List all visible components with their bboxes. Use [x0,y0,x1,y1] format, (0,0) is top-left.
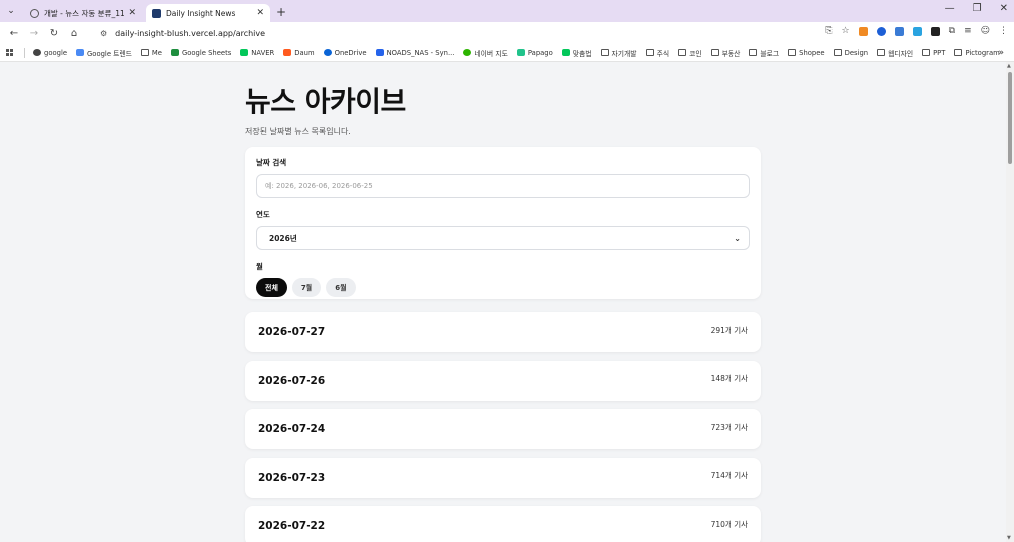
page-title: 뉴스 아카이브 [245,85,406,118]
bookmark-folder[interactable]: Pictogram [954,49,1000,57]
archive-item[interactable]: 2026-07-26 148개 기사 [245,360,761,401]
bookmark-folder[interactable]: Me [140,49,162,57]
bookmark-item[interactable]: OneDrive [323,49,367,57]
scroll-down-icon[interactable]: ▼ [1007,535,1011,541]
extension-icon[interactable] [858,26,868,36]
date-search-input[interactable] [256,174,750,198]
month-filter: 전체 7월 6월 [256,278,750,297]
new-tab-button[interactable]: + [276,5,286,19]
bookmark-star-icon[interactable]: ☆ [842,26,850,36]
restore-icon[interactable]: ❐ [973,3,982,14]
bookmark-item[interactable]: NOADS_NAS - Syn... [375,49,454,57]
archive-item[interactable]: 2026-07-27 291개 기사 [245,312,761,352]
bookmark-folder[interactable]: 블로그 [749,48,779,58]
archive-item[interactable]: 2026-07-23 714개 기사 [245,457,761,498]
bookmark-folder[interactable]: 자기개발 [600,48,637,58]
tab-search-icon[interactable]: ⌄ [4,4,18,18]
close-icon[interactable]: ✕ [128,8,136,18]
bookmark-item[interactable]: Google 트렌드 [76,48,132,58]
site-info-icon[interactable]: ⚙ [100,29,107,38]
date-search-label: 날짜 검색 [256,158,287,167]
bookmark-item[interactable]: NAVER [240,49,274,57]
page-scrollbar[interactable]: ▲ ▼ [1006,62,1014,542]
bookmarks-bar: google Google 트렌드 Me Google Sheets NAVER… [0,44,1014,62]
scroll-thumb[interactable] [1008,72,1012,164]
extension-icon[interactable] [894,26,904,36]
archive-container: 뉴스 아카이브 저장된 날짜별 뉴스 목록입니다. 날짜 검색 연도 2026년… [245,80,761,542]
article-count: 710개 기사 [710,519,748,529]
globe-icon [30,8,39,18]
archive-item[interactable]: 2026-07-22 710개 기사 [245,506,761,542]
bookmark-item[interactable]: google [33,49,67,57]
favicon-icon [152,8,161,18]
url-text: daily-insight-blush.vercel.app/archive [115,28,266,38]
month-pill-all[interactable]: 전체 [256,278,287,297]
toolbar-actions: ⎘ ☆ ⧉ ≡ ☺ ⋮ [825,26,1008,36]
tab-active[interactable]: Daily Insight News ✕ [146,4,270,22]
tab-title: Daily Insight News [166,8,236,18]
tab-inactive[interactable]: 개발 - 뉴스 자동 분류_11 ✕ [24,4,142,22]
extension-icon[interactable] [930,26,940,36]
archive-date: 2026-07-23 [258,471,326,484]
window-controls: — ❐ ✕ [945,3,1008,14]
close-window-icon[interactable]: ✕ [1000,3,1008,14]
bookmark-item[interactable]: 네이버 지도 [463,48,508,58]
browser-tab-strip: ⌄ 개발 - 뉴스 자동 분류_11 ✕ Daily Insight News … [0,0,1014,22]
divider [24,47,25,58]
extensions-puzzle-icon[interactable]: ⧉ [949,26,955,36]
extension-icon[interactable] [912,26,922,36]
year-select[interactable]: 2026년 ⌄ [256,226,750,250]
bookmark-folder[interactable]: 주식 [645,48,669,58]
archive-date: 2026-07-24 [258,423,326,435]
menu-kebab-icon[interactable]: ⋮ [999,26,1008,36]
month-label: 월 [256,262,263,271]
address-bar[interactable]: ⚙ daily-insight-blush.vercel.app/archive [92,24,842,42]
bookmark-folder[interactable]: 웹디자인 [877,48,913,58]
scroll-up-icon[interactable]: ▲ [1007,63,1011,69]
archive-date: 2026-07-22 [258,520,326,532]
article-count: 291개 기사 [710,325,748,335]
bookmark-folder[interactable]: Shopee [788,49,825,57]
extension-shield-icon[interactable] [876,26,886,36]
minimize-icon[interactable]: — [945,3,955,14]
month-pill-june[interactable]: 6월 [326,278,356,297]
page-subtitle: 저장된 날짜별 뉴스 목록입니다. [245,127,351,136]
filter-card: 날짜 검색 연도 2026년 ⌄ 월 전체 7월 6월 [245,147,761,299]
reading-list-icon[interactable]: ≡ [964,26,972,36]
bookmark-item[interactable]: Papago [516,49,553,57]
close-icon[interactable]: ✕ [256,8,264,18]
bookmark-folder[interactable]: 부동산 [710,48,740,58]
article-count: 723개 기사 [710,422,748,432]
bookmark-folder[interactable]: Design [833,49,868,57]
archive-list: 2026-07-27 291개 기사 2026-07-26 148개 기사 20… [245,312,761,542]
tab-title: 개발 - 뉴스 자동 분류_11 [44,8,125,18]
year-label: 연도 [256,210,270,219]
back-icon[interactable]: ← [4,28,24,39]
bookmark-item[interactable]: 맞춤법 [561,48,592,58]
month-pill-july[interactable]: 7월 [291,278,322,297]
apps-grid-icon[interactable] [6,48,14,57]
archive-item[interactable]: 2026-07-24 723개 기사 [245,409,761,449]
archive-date: 2026-07-27 [258,326,326,338]
install-app-icon[interactable]: ⎘ [825,26,832,36]
bookmark-folder[interactable]: PPT [922,49,945,57]
chevron-down-icon: ⌄ [734,233,741,243]
bookmark-folder[interactable]: 코인 [678,48,702,58]
bookmarks-overflow-icon[interactable]: » [998,48,1004,58]
article-count: 148개 기사 [710,374,748,383]
home-icon[interactable]: ⌂ [64,28,84,39]
browser-toolbar: ← → ↻ ⌂ ⚙ daily-insight-blush.vercel.app… [0,22,1014,44]
forward-icon[interactable]: → [24,28,44,39]
bookmark-item[interactable]: Google Sheets [170,49,231,57]
profile-avatar-icon[interactable]: ☺ [981,26,990,36]
year-selected-value: 2026년 [269,233,297,243]
page-viewport: 뉴스 아카이브 저장된 날짜별 뉴스 목록입니다. 날짜 검색 연도 2026년… [0,62,1006,542]
bookmark-item[interactable]: Daum [283,49,315,57]
article-count: 714개 기사 [710,471,748,480]
reload-icon[interactable]: ↻ [44,28,64,39]
archive-date: 2026-07-26 [258,374,326,387]
